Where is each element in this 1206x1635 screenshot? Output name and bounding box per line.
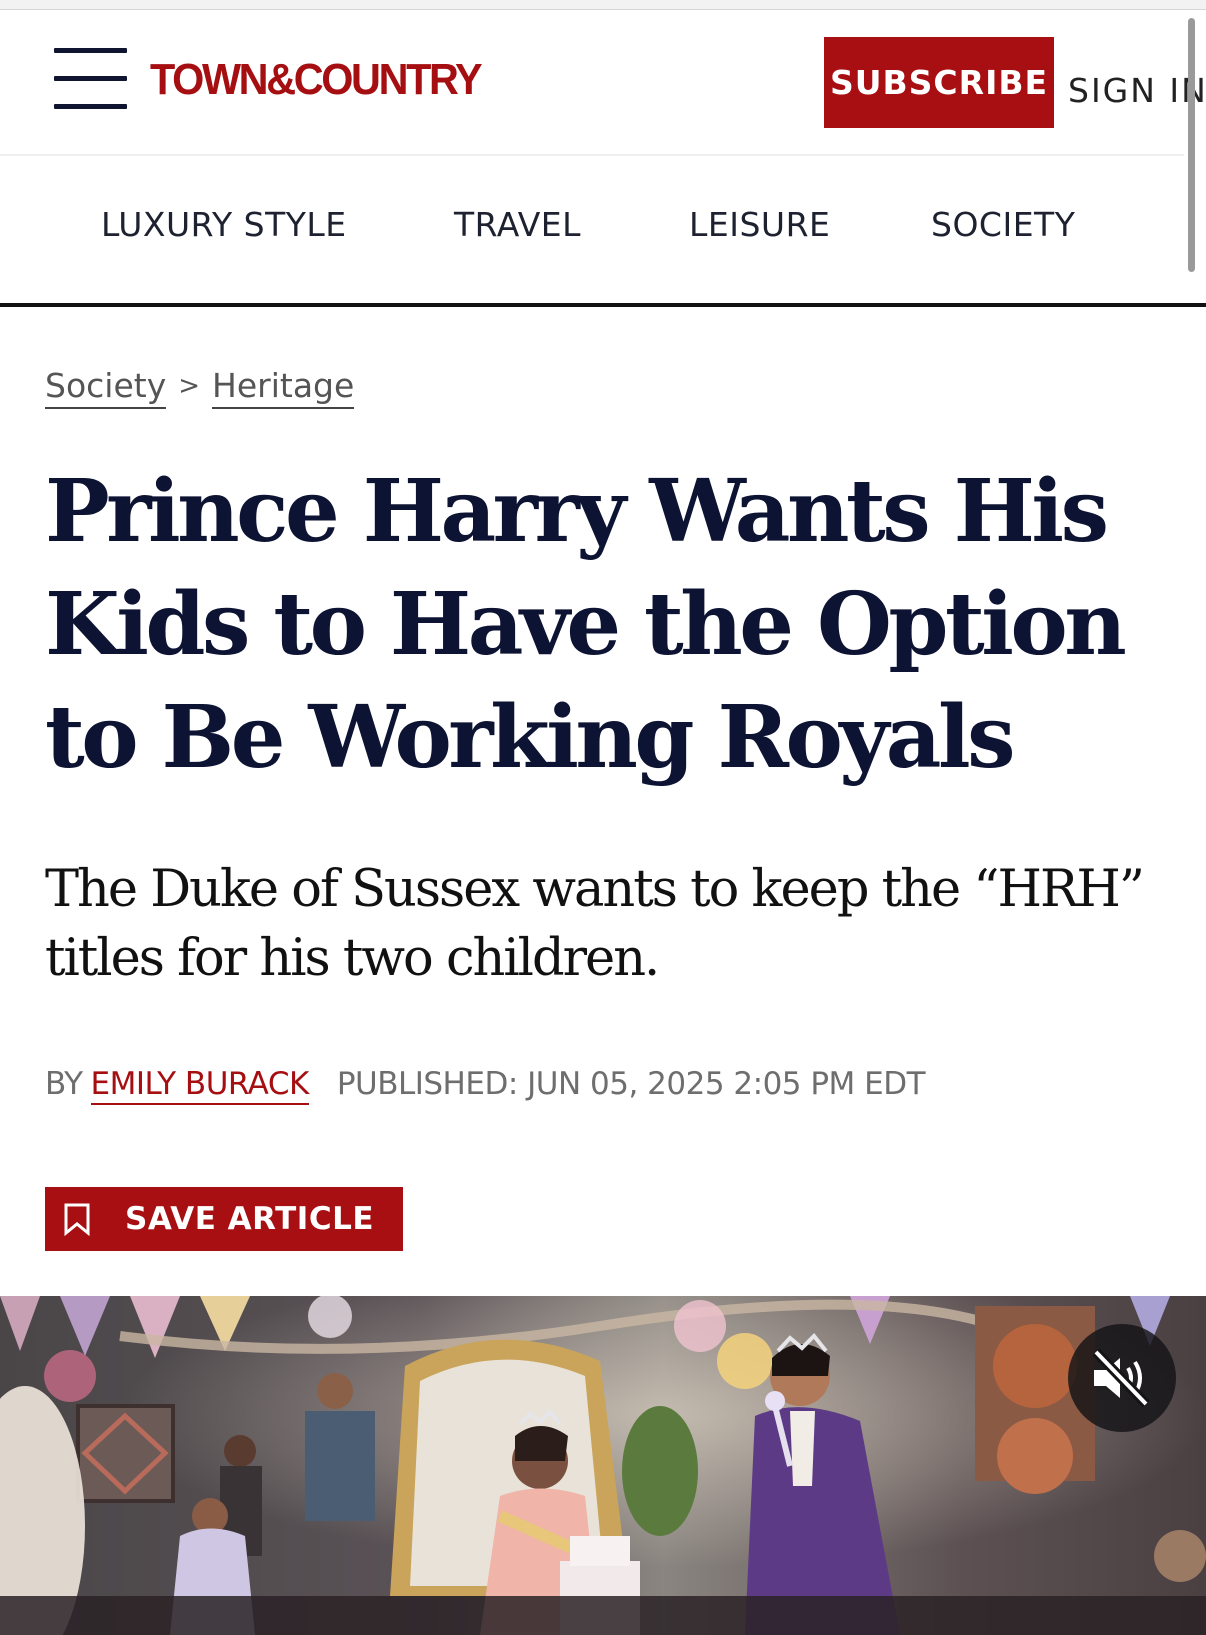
save-article-label: SAVE ARTICLE [125, 1201, 375, 1237]
publish-date: PUBLISHED: JUN 05, 2025 2:05 PM EDT [336, 1066, 926, 1102]
header-divider [0, 154, 1184, 156]
article-dek: The Duke of Sussex wants to keep the “HR… [45, 860, 1145, 988]
hamburger-menu-icon[interactable] [54, 48, 127, 112]
breadcrumb-heritage[interactable]: Heritage [212, 366, 355, 409]
breadcrumb: Society > Heritage [45, 366, 355, 409]
hero-video[interactable] [0, 1296, 1206, 1635]
breadcrumb-separator: > [178, 371, 201, 401]
save-article-button[interactable]: SAVE ARTICLE [45, 1187, 403, 1251]
muted-speaker-icon[interactable] [1068, 1324, 1176, 1432]
subscribe-button[interactable]: SUBSCRIBE [824, 37, 1054, 128]
sign-in-link[interactable]: SIGN IN [1068, 71, 1206, 110]
section-nav: LUXURY STYLE TRAVEL LEISURE SOCIETY [0, 157, 1206, 305]
nav-item-society[interactable]: SOCIETY [931, 205, 1075, 244]
nav-bottom-rule [0, 303, 1206, 307]
site-logo[interactable]: TOWN&COUNTRY [150, 55, 483, 105]
nav-item-luxury-style[interactable]: LUXURY STYLE [101, 205, 347, 244]
article-headline: Prince Harry Wants His Kids to Have the … [45, 461, 1127, 788]
author-link[interactable]: EMILY BURACK [90, 1066, 309, 1105]
byline: BY EMILY BURACK PUBLISHED: JUN 05, 2025 2:… [45, 1066, 926, 1105]
breadcrumb-society[interactable]: Society [45, 366, 167, 409]
site-header: TOWN&COUNTRY SUBSCRIBE SIGN IN [0, 11, 1206, 156]
bookmark-icon [64, 1203, 90, 1236]
browser-top-edge [0, 0, 1206, 10]
nav-item-leisure[interactable]: LEISURE [689, 205, 830, 244]
byline-prefix: BY [45, 1066, 83, 1102]
nav-item-travel[interactable]: TRAVEL [454, 205, 581, 244]
video-frame-illustration [0, 1296, 1206, 1635]
